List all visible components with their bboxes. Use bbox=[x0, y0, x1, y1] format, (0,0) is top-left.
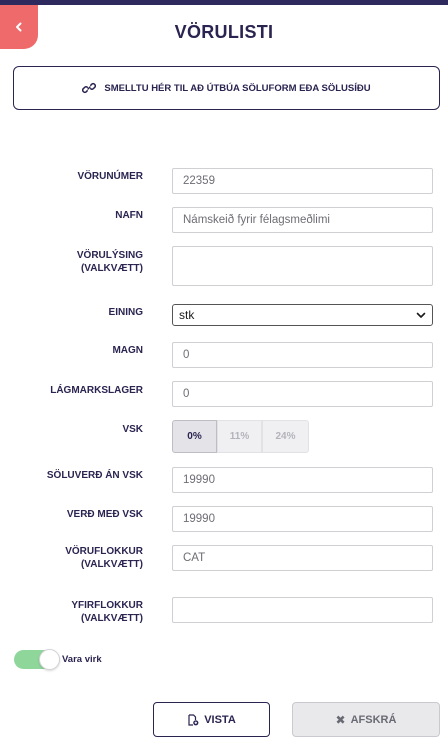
price-ex-vat-label: SÖLUVERÐ ÁN VSK bbox=[46, 470, 143, 481]
category-label: VÖRUFLOKKUR (VALKVÆTT) bbox=[0, 545, 143, 571]
parent-category-input[interactable] bbox=[172, 597, 433, 623]
toggle-knob bbox=[39, 649, 60, 670]
price-inc-vat-input[interactable]: 19990 bbox=[172, 506, 433, 532]
link-icon bbox=[82, 82, 97, 94]
description-label: VÖRULÝSING (VALKVÆTT) bbox=[0, 249, 143, 275]
category-label-line2: (VALKVÆTT) bbox=[80, 559, 143, 570]
product-number-label: VÖRUNÚMER bbox=[77, 171, 143, 182]
min-stock-label: LÁGMARKSLAGER bbox=[50, 385, 143, 396]
product-active-label: Vara virk bbox=[62, 654, 102, 665]
vat-selector: 0% 11% 24% bbox=[172, 420, 309, 453]
description-label-line2: (VALKVÆTT) bbox=[80, 263, 143, 274]
vat-label: VSK bbox=[122, 424, 143, 435]
save-file-icon bbox=[188, 713, 199, 726]
vat-option-24[interactable]: 24% bbox=[262, 420, 309, 453]
save-button-label: VISTA bbox=[204, 713, 236, 726]
name-label: NAFN bbox=[115, 210, 143, 221]
price-ex-vat-input[interactable]: 19990 bbox=[172, 467, 433, 493]
product-active-toggle[interactable] bbox=[14, 649, 60, 670]
create-link-label: SMELLTU HÉR TIL AÐ ÚTBÚA SÖLUFORM EÐA SÖ… bbox=[104, 82, 371, 94]
description-textarea[interactable] bbox=[172, 246, 433, 286]
cancel-button[interactable]: ✖ AFSKRÁ bbox=[292, 702, 440, 737]
name-input[interactable]: Námskeið fyrir félagsmeðlimi bbox=[172, 207, 433, 233]
vat-option-0[interactable]: 0% bbox=[172, 420, 217, 453]
top-bar-strip bbox=[0, 0, 448, 5]
parent-category-label: YFIRFLOKKUR (VALKVÆTT) bbox=[0, 599, 143, 625]
product-number-input[interactable]: 22359 bbox=[172, 168, 433, 194]
cancel-button-label: AFSKRÁ bbox=[350, 713, 397, 726]
create-sales-form-link[interactable]: SMELLTU HÉR TIL AÐ ÚTBÚA SÖLUFORM EÐA SÖ… bbox=[13, 66, 440, 110]
save-button[interactable]: VISTA bbox=[153, 702, 270, 737]
page-title: VÖRULISTI bbox=[174, 22, 274, 42]
vat-option-11[interactable]: 11% bbox=[217, 420, 262, 453]
parent-category-label-line2: (VALKVÆTT) bbox=[80, 613, 143, 624]
unit-label: EINING bbox=[108, 307, 143, 318]
close-icon: ✖ bbox=[335, 712, 346, 727]
quantity-label: MAGN bbox=[112, 345, 143, 356]
unit-select-value: stk bbox=[179, 308, 195, 322]
description-label-line1: VÖRULÝSING bbox=[76, 250, 143, 261]
chevron-down-icon bbox=[416, 312, 426, 318]
quantity-input[interactable]: 0 bbox=[172, 342, 433, 368]
category-label-line1: VÖRUFLOKKUR bbox=[65, 546, 143, 557]
parent-category-label-line1: YFIRFLOKKUR bbox=[71, 600, 143, 611]
unit-select[interactable]: stk bbox=[172, 304, 433, 326]
min-stock-input[interactable]: 0 bbox=[172, 381, 433, 407]
category-input[interactable]: CAT bbox=[172, 545, 433, 571]
price-inc-vat-label: VERÐ MEÐ VSK bbox=[66, 509, 143, 520]
